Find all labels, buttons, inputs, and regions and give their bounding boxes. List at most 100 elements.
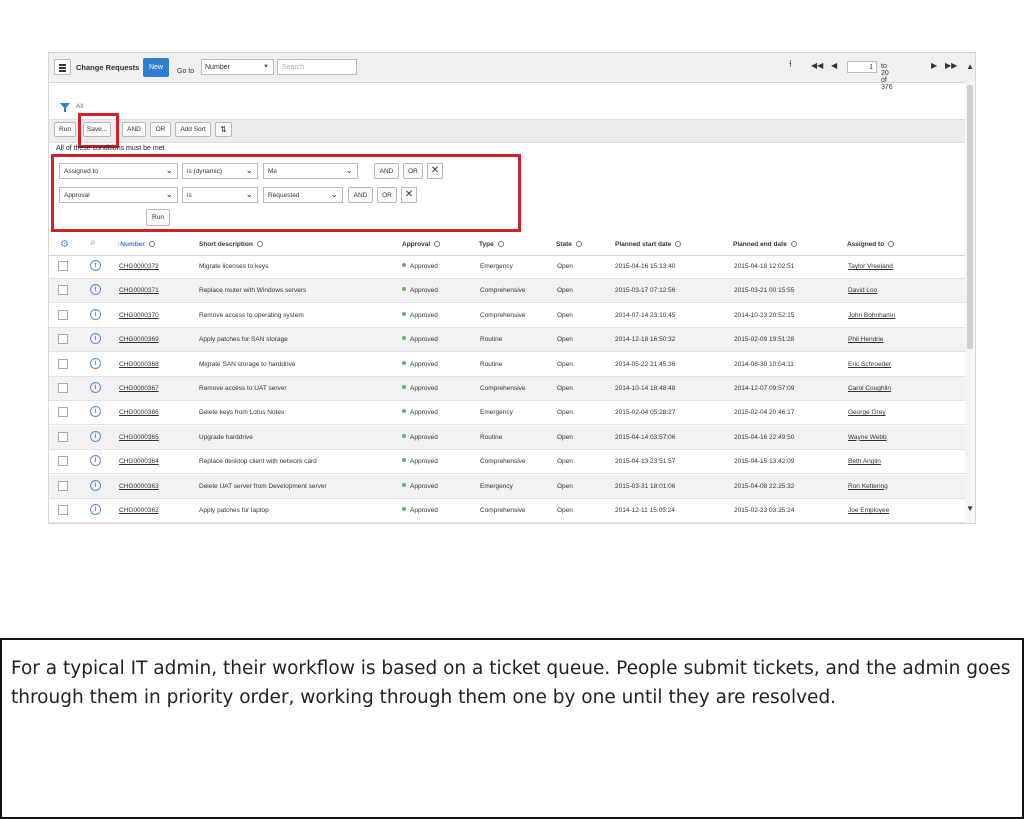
scroll-down-icon[interactable]: ▼ [966, 504, 974, 513]
cell-assigned-to-text[interactable]: Wayne Webb [848, 434, 887, 441]
row-preview-info-icon[interactable]: i [90, 382, 101, 393]
row-preview-info-icon[interactable]: i [90, 284, 101, 296]
condition-run-button[interactable]: Run [146, 209, 170, 226]
clear-sort-icon[interactable]: ⇅ [215, 122, 232, 137]
cell-number-text[interactable]: CHG0000362 [119, 507, 159, 514]
cell-assigned-to[interactable]: Phil Hendrie [848, 336, 883, 343]
personalize-list-icon[interactable]: ⍿ [789, 59, 792, 70]
cell-number-text[interactable]: CHG0000363 [119, 483, 159, 490]
scroll-up-icon[interactable]: ▲ [966, 62, 974, 71]
row-checkbox[interactable] [58, 309, 68, 320]
row-checkbox[interactable] [58, 480, 68, 491]
cell-number-text[interactable]: CHG0000370 [119, 312, 159, 319]
cell-number[interactable]: CHG0000368 [119, 361, 159, 368]
table-row[interactable]: i CHG0000369 Apply patches for SAN storage… [49, 328, 965, 353]
field-select[interactable]: Number ▼ [201, 59, 274, 75]
condition-1-or-button[interactable]: OR [403, 163, 423, 179]
cell-number[interactable]: CHG0000371 [119, 287, 159, 294]
condition-2-or-button[interactable]: OR [377, 187, 397, 203]
row-preview-info-icon[interactable]: i [90, 260, 101, 271]
or-button[interactable]: OR [150, 122, 171, 137]
column-menu-icon[interactable] [434, 241, 441, 247]
cell-number-text[interactable]: CHG0000371 [119, 287, 159, 294]
row-checkbox[interactable] [58, 334, 68, 345]
condition-2-remove-icon[interactable]: ✕ [401, 187, 417, 203]
next-page-icon[interactable]: ▶ [931, 61, 937, 70]
column-header-planned-end[interactable]: Planned end date [733, 241, 797, 248]
condition-1-remove-icon[interactable]: ✕ [427, 163, 443, 179]
row-checkbox[interactable] [58, 358, 68, 369]
cell-number-text[interactable]: CHG0000364 [119, 458, 159, 465]
filter-breadcrumb[interactable]: All [76, 103, 83, 110]
column-menu-icon[interactable] [575, 241, 582, 247]
cell-number[interactable]: CHG0000367 [119, 385, 159, 392]
cell-assigned-to-text[interactable]: Carol Coughlin [848, 385, 891, 392]
cell-assigned-to[interactable]: Taylor Vreeland [848, 263, 893, 270]
first-page-icon[interactable]: ◀◀ [811, 61, 823, 70]
column-menu-icon[interactable] [497, 241, 504, 247]
column-menu-icon[interactable] [675, 241, 682, 247]
row-checkbox[interactable] [58, 456, 68, 467]
table-row[interactable]: i CHG0000364 Replace desktop client with n… [49, 450, 965, 475]
condition-2-and-button[interactable]: AND [348, 187, 373, 203]
column-header-short-description[interactable]: Short description [199, 241, 263, 248]
cell-number-text[interactable]: CHG0000368 [119, 361, 159, 368]
cell-number[interactable]: CHG0000362 [119, 507, 159, 514]
vertical-scrollbar[interactable] [965, 82, 975, 523]
column-header-planned-start[interactable]: Planned start date [615, 241, 682, 248]
column-header-approval[interactable]: Approval [402, 241, 441, 248]
column-header-type[interactable]: Type [479, 241, 504, 248]
cell-assigned-to[interactable]: Eric Schroeder [848, 361, 891, 368]
cell-assigned-to-text[interactable]: Taylor Vreeland [848, 263, 893, 270]
cell-number-text[interactable]: CHG0000372 [119, 263, 159, 270]
condition-1-field[interactable]: Assigned to ⌄ [59, 163, 178, 179]
cell-number[interactable]: CHG0000364 [119, 458, 159, 465]
search-input[interactable]: Search [277, 59, 357, 75]
cell-assigned-to-text[interactable]: George Grey [848, 409, 886, 416]
column-menu-icon[interactable] [256, 241, 263, 247]
prev-page-icon[interactable]: ◀ [831, 61, 837, 70]
and-button[interactable]: AND [122, 122, 146, 137]
table-row[interactable]: i CHG0000372 Migrate licenses to keys Appro… [49, 255, 965, 279]
row-checkbox[interactable] [58, 505, 68, 515]
row-preview-info-icon[interactable]: i [90, 406, 101, 418]
row-checkbox[interactable] [58, 383, 68, 393]
cell-assigned-to[interactable]: Wayne Webb [848, 434, 887, 441]
condition-1-value[interactable]: Me ⌄ [263, 163, 358, 179]
condition-2-field[interactable]: Approval ⌄ [59, 187, 178, 203]
cell-assigned-to[interactable]: Ron Kettering [848, 483, 888, 490]
cell-assigned-to[interactable]: John Bohnhamn [848, 312, 895, 319]
column-menu-icon[interactable] [148, 241, 155, 247]
cell-assigned-to-text[interactable]: Beth Anglin [848, 458, 881, 465]
cell-assigned-to[interactable]: David Loo [848, 287, 877, 294]
cell-assigned-to[interactable]: Joe Employee [848, 507, 889, 514]
row-checkbox[interactable] [58, 431, 68, 442]
row-checkbox[interactable] [58, 261, 68, 271]
condition-1-operator[interactable]: is (dynamic) ⌄ [182, 163, 258, 179]
cell-assigned-to-text[interactable]: Eric Schroeder [848, 361, 891, 368]
run-button[interactable]: Run [54, 122, 76, 137]
row-checkbox[interactable] [58, 407, 68, 418]
column-menu-icon[interactable] [790, 241, 797, 247]
cell-number[interactable]: CHG0000363 [119, 483, 159, 490]
cell-number-text[interactable]: CHG0000366 [119, 409, 159, 416]
row-preview-info-icon[interactable]: i [90, 504, 101, 515]
cell-number[interactable]: CHG0000372 [119, 263, 159, 270]
cell-number-text[interactable]: CHG0000365 [119, 434, 159, 441]
cell-assigned-to-text[interactable]: John Bohnhamn [848, 312, 895, 319]
cell-assigned-to[interactable]: George Grey [848, 409, 886, 416]
row-preview-info-icon[interactable]: i [90, 455, 101, 467]
scrollbar-thumb[interactable] [967, 85, 973, 349]
condition-1-and-button[interactable]: AND [374, 163, 399, 179]
column-header-assigned-to[interactable]: Assigned to [847, 241, 895, 248]
table-row[interactable]: i CHG0000362 Apply patches for laptop Appro… [49, 499, 965, 523]
column-header-number[interactable]: ↑Number [117, 241, 155, 248]
table-row[interactable]: i CHG0000368 Migrate SAN storage to harddr… [49, 353, 965, 377]
table-row[interactable]: i CHG0000363 Delete UAT server from Develo… [49, 474, 965, 499]
cell-number-text[interactable]: CHG0000369 [119, 336, 159, 343]
page-input[interactable]: 1 [847, 61, 877, 73]
condition-2-operator[interactable]: is ⌄ [182, 187, 258, 203]
row-checkbox[interactable] [58, 285, 68, 296]
add-sort-button[interactable]: Add Sort [175, 122, 211, 137]
column-header-state[interactable]: State [556, 241, 582, 248]
